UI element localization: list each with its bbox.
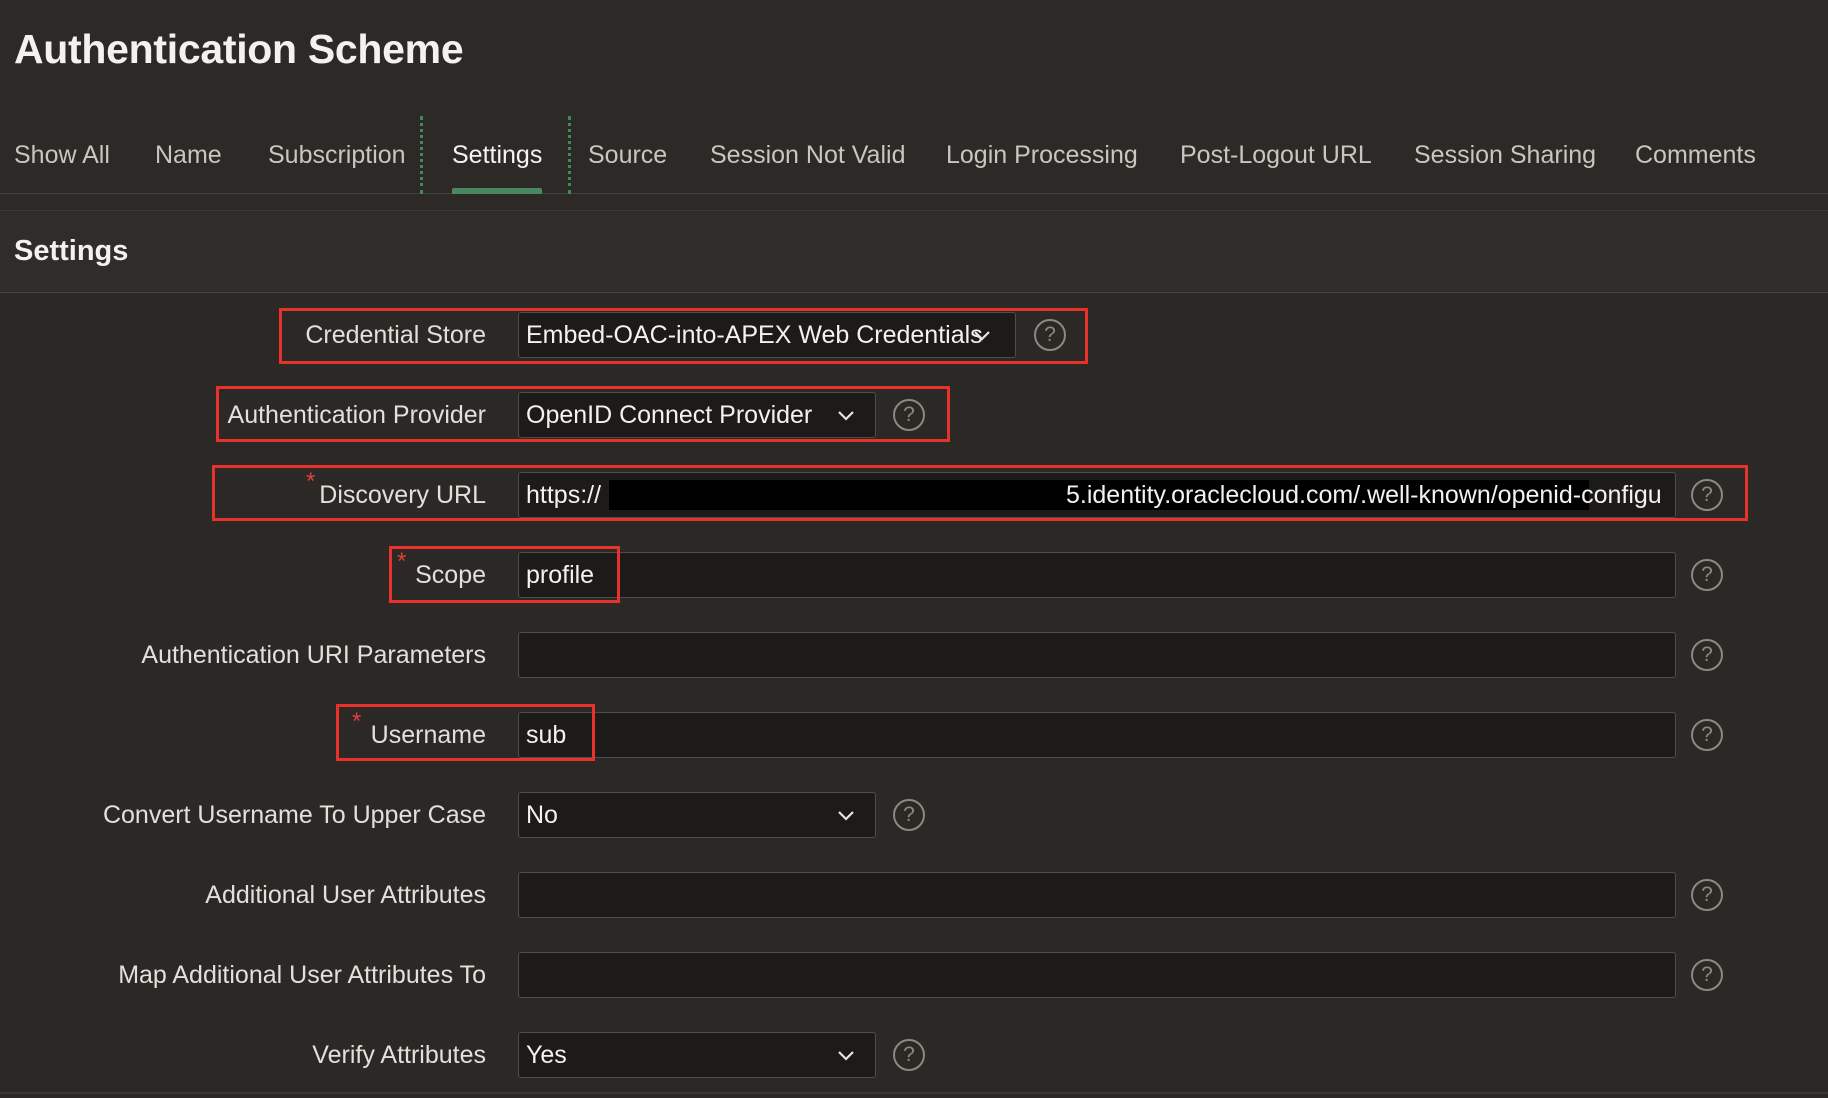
- tab-subscription[interactable]: Subscription: [268, 108, 406, 194]
- tab-session-sharing[interactable]: Session Sharing: [1414, 108, 1596, 194]
- tab-show-all[interactable]: Show All: [14, 108, 110, 194]
- chevron-down-icon: [838, 1051, 854, 1061]
- verify-attrs-label: Verify Attributes: [312, 1041, 486, 1069]
- scope-value: profile: [526, 561, 595, 589]
- tab-login-processing[interactable]: Login Processing: [946, 108, 1138, 194]
- convert-upper-value: No: [526, 801, 558, 829]
- auth-uri-params-input[interactable]: [518, 632, 1676, 678]
- credential-store-select[interactable]: Embed-OAC-into-APEX Web Credentials: [518, 312, 1016, 358]
- verify-attrs-value: Yes: [526, 1041, 567, 1069]
- credential-store-label: Credential Store: [305, 321, 486, 349]
- credential-store-help-icon[interactable]: ?: [1034, 319, 1066, 351]
- page-title: Authentication Scheme: [14, 26, 464, 72]
- verify-attrs-help-icon[interactable]: ?: [893, 1039, 925, 1071]
- discovery-url-help-icon[interactable]: ?: [1691, 479, 1723, 511]
- settings-region-header: Settings: [0, 211, 1828, 293]
- discovery-url-input[interactable]: https:// 5.identity.oraclecloud.com/.well…: [518, 472, 1676, 518]
- chevron-down-icon: [838, 411, 854, 421]
- tab-separator: [420, 116, 423, 194]
- settings-region-title: Settings: [14, 235, 129, 267]
- discovery-url-suffix: 5.identity.oraclecloud.com/.well-known/o…: [1066, 481, 1662, 509]
- scope-help-icon[interactable]: ?: [1691, 559, 1723, 591]
- discovery-url-label: Discovery URL: [319, 481, 486, 509]
- convert-upper-label: Convert Username To Upper Case: [102, 801, 486, 829]
- tab-settings[interactable]: Settings: [452, 108, 543, 194]
- map-attrs-input[interactable]: [518, 952, 1676, 998]
- username-label: Username: [370, 721, 486, 749]
- bottom-divider: [0, 1092, 1828, 1094]
- username-help-icon[interactable]: ?: [1691, 719, 1723, 751]
- scope-label: Scope: [415, 561, 486, 589]
- tab-name[interactable]: Name: [155, 108, 222, 194]
- required-marker: *: [306, 468, 316, 495]
- additional-attrs-help-icon[interactable]: ?: [1691, 879, 1723, 911]
- username-input[interactable]: sub: [518, 712, 1676, 758]
- discovery-url-prefix: https://: [526, 481, 602, 509]
- tab-post-logout-url[interactable]: Post-Logout URL: [1180, 108, 1372, 194]
- authentication-provider-help-icon[interactable]: ?: [893, 399, 925, 431]
- auth-uri-params-help-icon[interactable]: ?: [1691, 639, 1723, 671]
- tab-source[interactable]: Source: [588, 108, 667, 194]
- convert-upper-select[interactable]: No: [518, 792, 876, 838]
- map-attrs-help-icon[interactable]: ?: [1691, 959, 1723, 991]
- verify-attrs-select[interactable]: Yes: [518, 1032, 876, 1078]
- map-attrs-label: Map Additional User Attributes To: [118, 961, 486, 989]
- tab-comments[interactable]: Comments: [1635, 108, 1756, 194]
- authentication-provider-value: OpenID Connect Provider: [526, 401, 813, 429]
- required-marker: *: [397, 548, 407, 575]
- tab-bar: Show All Name Subscription Settings Sour…: [0, 108, 1828, 194]
- username-value: sub: [526, 721, 567, 749]
- additional-attrs-label: Additional User Attributes: [205, 881, 486, 909]
- authentication-provider-label: Authentication Provider: [227, 401, 486, 429]
- authentication-scheme-page: Authentication Scheme Show All Name Subs…: [0, 0, 1828, 1098]
- required-marker: *: [352, 708, 362, 735]
- auth-uri-params-label: Authentication URI Parameters: [141, 641, 486, 669]
- additional-attrs-input[interactable]: [518, 872, 1676, 918]
- authentication-provider-select[interactable]: OpenID Connect Provider: [518, 392, 876, 438]
- scope-input[interactable]: profile: [518, 552, 1676, 598]
- credential-store-value: Embed-OAC-into-APEX Web Credentials: [526, 321, 983, 349]
- tab-session-not-valid[interactable]: Session Not Valid: [710, 108, 905, 194]
- convert-upper-help-icon[interactable]: ?: [893, 799, 925, 831]
- chevron-down-icon: [974, 331, 990, 341]
- chevron-down-icon: [838, 811, 854, 821]
- tab-separator: [568, 116, 571, 194]
